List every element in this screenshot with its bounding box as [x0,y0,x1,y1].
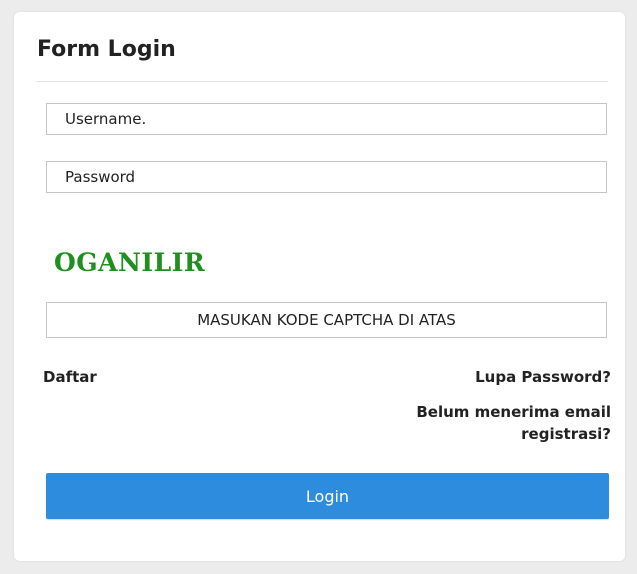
captcha-image: OGANILIR [54,248,206,277]
login-button[interactable]: Login [46,473,609,519]
captcha-input[interactable]: MASUKAN KODE CAPTCHA DI ATAS [46,302,607,338]
form-title: Form Login [37,37,176,62]
title-divider [37,81,608,82]
login-card: Form Login Username. Password OGANILIR M… [14,12,625,561]
username-input[interactable]: Username. [46,103,607,135]
forgot-password-link[interactable]: Lupa Password? [475,368,611,386]
register-link[interactable]: Daftar [43,368,97,386]
password-input[interactable]: Password [46,161,607,193]
resend-registration-email-link[interactable]: Belum menerima email registrasi? [371,401,611,445]
